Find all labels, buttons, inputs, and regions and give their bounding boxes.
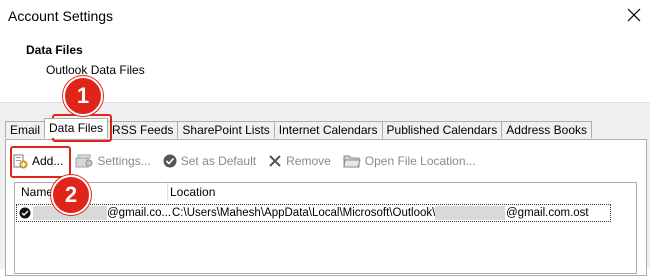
column-header-location[interactable]: Location: [170, 183, 470, 201]
data-files-list[interactable]: Name Location @gmail.co... C:\Users\Mahe…: [14, 182, 637, 274]
tab-strip: Email Data Files RSS Feeds SharePoint Li…: [5, 118, 592, 138]
set-as-default-button[interactable]: Set as Default: [163, 150, 256, 172]
default-checkmark-icon: [19, 207, 31, 219]
settings-button-label: Settings...: [97, 154, 151, 168]
row-location-file: @gmail.com.ost: [506, 207, 589, 219]
section-subtitle: Outlook Data Files: [46, 63, 145, 77]
tab-rss-feeds[interactable]: RSS Feeds: [107, 121, 179, 138]
folder-icon: [343, 155, 361, 168]
redacted-location: [435, 206, 505, 220]
checkmark-icon: [163, 154, 177, 168]
toolbar: Add... Settings... Set as Default Remove…: [12, 150, 488, 172]
step-badge-1: 1: [63, 76, 103, 116]
set-as-default-label: Set as Default: [180, 154, 257, 168]
remove-icon: [269, 155, 281, 167]
open-file-location-label: Open File Location...: [364, 154, 476, 168]
window-title: Account Settings: [8, 8, 114, 24]
tab-email[interactable]: Email: [5, 121, 46, 138]
tab-published-calendars[interactable]: Published Calendars: [381, 121, 503, 138]
settings-button[interactable]: Settings...: [75, 150, 151, 172]
remove-button-label: Remove: [286, 154, 331, 168]
tab-address-books[interactable]: Address Books: [501, 121, 592, 138]
open-file-location-button[interactable]: Open File Location...: [343, 150, 476, 172]
close-icon[interactable]: [622, 3, 646, 27]
row-location-path: C:\Users\Mahesh\AppData\Local\Microsoft\…: [172, 207, 436, 219]
remove-button[interactable]: Remove: [268, 150, 331, 172]
row-name: @gmail.co...: [107, 207, 172, 219]
highlight-add-button: [10, 146, 71, 178]
tab-internet-calendars[interactable]: Internet Calendars: [273, 121, 383, 138]
section-title: Data Files: [26, 43, 83, 57]
step-badge-2: 2: [51, 175, 91, 215]
tab-sharepoint-lists[interactable]: SharePoint Lists: [177, 121, 275, 138]
table-row[interactable]: @gmail.co... C:\Users\Mahesh\AppData\Loc…: [16, 204, 611, 222]
tab-data-files[interactable]: Data Files: [44, 118, 109, 138]
title-bar: Account Settings: [0, 0, 650, 30]
column-header-name[interactable]: Name: [21, 183, 168, 201]
settings-icon: [75, 154, 93, 168]
